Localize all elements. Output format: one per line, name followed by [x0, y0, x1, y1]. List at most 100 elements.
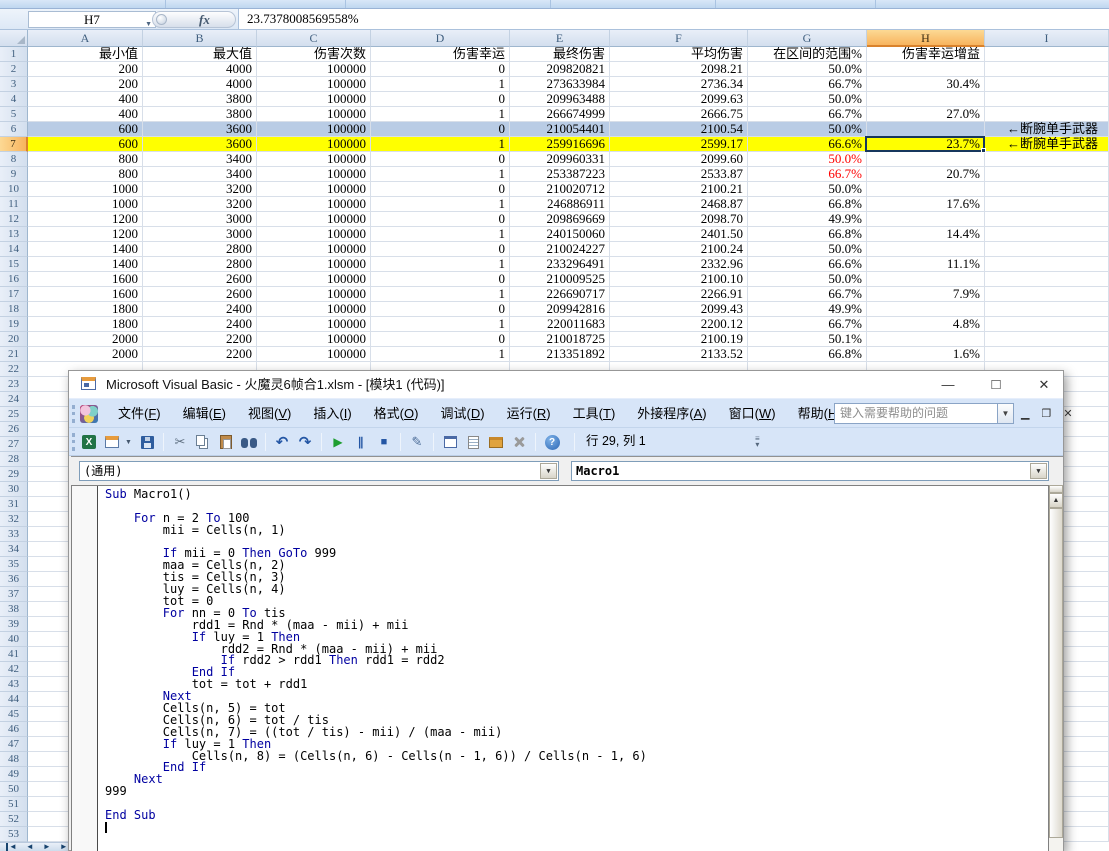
cell[interactable]: ←断腕单手武器: [985, 122, 1109, 137]
cell[interactable]: 0: [371, 182, 510, 197]
cell[interactable]: 200: [28, 77, 143, 92]
cell[interactable]: 100000: [257, 317, 371, 332]
row-header-48[interactable]: 48: [0, 752, 28, 767]
undo-button[interactable]: ↶: [272, 432, 292, 452]
cell[interactable]: 2000: [28, 347, 143, 362]
cell[interactable]: [985, 182, 1109, 197]
row-header-3[interactable]: 3: [0, 77, 28, 92]
cell[interactable]: 0: [371, 122, 510, 137]
cell[interactable]: 2400: [143, 302, 257, 317]
help-search-dropdown-icon[interactable]: ▼: [997, 404, 1013, 423]
row-header-44[interactable]: 44: [0, 692, 28, 707]
cell[interactable]: 50.0%: [748, 182, 867, 197]
cell[interactable]: 100000: [257, 302, 371, 317]
cell[interactable]: 3800: [143, 92, 257, 107]
row-header-20[interactable]: 20: [0, 332, 28, 347]
row-header-43[interactable]: 43: [0, 677, 28, 692]
insert-function-area[interactable]: fx: [152, 11, 236, 28]
cell[interactable]: 100000: [257, 212, 371, 227]
menu-grip-handle[interactable]: [72, 405, 75, 423]
mdi-restore-button[interactable]: ❐: [1041, 409, 1051, 420]
row-header-2[interactable]: 2: [0, 62, 28, 77]
cell[interactable]: 3600: [143, 137, 257, 152]
cell[interactable]: 50.1%: [748, 332, 867, 347]
cell[interactable]: 210009525: [510, 272, 610, 287]
cell[interactable]: 0: [371, 62, 510, 77]
insert-dropdown-icon[interactable]: ▼: [125, 439, 134, 446]
row-header-17[interactable]: 17: [0, 287, 28, 302]
cell[interactable]: 1: [371, 287, 510, 302]
row-header-6[interactable]: 6: [0, 122, 28, 137]
cell[interactable]: 2400: [143, 317, 257, 332]
close-button[interactable]: ✕: [1027, 371, 1061, 398]
cell[interactable]: 209960331: [510, 152, 610, 167]
cell[interactable]: 50.0%: [748, 62, 867, 77]
cell[interactable]: 209942816: [510, 302, 610, 317]
cell[interactable]: 1800: [28, 317, 143, 332]
cell[interactable]: 1600: [28, 272, 143, 287]
cell[interactable]: [867, 122, 985, 137]
properties-window-button[interactable]: [463, 432, 483, 452]
cell[interactable]: 1000: [28, 182, 143, 197]
cell[interactable]: [985, 197, 1109, 212]
cell[interactable]: 0: [371, 152, 510, 167]
code-editor[interactable]: Sub Macro1() For n = 2 To 100 mii = Cell…: [71, 485, 1049, 851]
cell[interactable]: 210054401: [510, 122, 610, 137]
cell[interactable]: [867, 272, 985, 287]
cell[interactable]: 2200: [143, 332, 257, 347]
row-header-16[interactable]: 16: [0, 272, 28, 287]
cell[interactable]: 伤害次数: [257, 47, 371, 62]
cell[interactable]: 66.8%: [748, 227, 867, 242]
find-button[interactable]: [239, 432, 259, 452]
cell[interactable]: 226690717: [510, 287, 610, 302]
cell[interactable]: 2100.24: [610, 242, 748, 257]
cell[interactable]: 600: [28, 122, 143, 137]
cell[interactable]: 2200.12: [610, 317, 748, 332]
row-header-34[interactable]: 34: [0, 542, 28, 557]
cell[interactable]: 273633984: [510, 77, 610, 92]
formula-input[interactable]: 23.7378008569558%: [238, 9, 1109, 29]
row-header-1[interactable]: 1: [0, 47, 28, 62]
cell[interactable]: 1: [371, 107, 510, 122]
row-header-50[interactable]: 50: [0, 782, 28, 797]
cell[interactable]: [985, 62, 1109, 77]
cell[interactable]: [985, 92, 1109, 107]
cell[interactable]: 2133.52: [610, 347, 748, 362]
cell[interactable]: 210020712: [510, 182, 610, 197]
cell[interactable]: 2600: [143, 272, 257, 287]
cell[interactable]: [985, 107, 1109, 122]
cell[interactable]: 259916696: [510, 137, 610, 152]
row-header-12[interactable]: 12: [0, 212, 28, 227]
row-header-11[interactable]: 11: [0, 197, 28, 212]
cell[interactable]: [985, 227, 1109, 242]
row-header-52[interactable]: 52: [0, 812, 28, 827]
cell[interactable]: 100000: [257, 122, 371, 137]
cell[interactable]: 240150060: [510, 227, 610, 242]
name-box-splitter-icon[interactable]: [156, 14, 167, 25]
cell[interactable]: 1.6%: [867, 347, 985, 362]
cell[interactable]: 4.8%: [867, 317, 985, 332]
cell[interactable]: 100000: [257, 332, 371, 347]
cell[interactable]: 233296491: [510, 257, 610, 272]
cell[interactable]: 1000: [28, 197, 143, 212]
row-header-10[interactable]: 10: [0, 182, 28, 197]
col-header-A[interactable]: A: [28, 30, 143, 47]
row-header-25[interactable]: 25: [0, 407, 28, 422]
cell[interactable]: [867, 212, 985, 227]
menu-item-E[interactable]: 编辑(E): [172, 400, 237, 428]
cell[interactable]: 0: [371, 302, 510, 317]
cell[interactable]: 0: [371, 272, 510, 287]
col-header-C[interactable]: C: [257, 30, 371, 47]
cell[interactable]: 在区间的范围%: [748, 47, 867, 62]
col-header-E[interactable]: E: [510, 30, 610, 47]
code-text[interactable]: Sub Macro1() For n = 2 To 100 mii = Cell…: [105, 489, 647, 822]
scroll-up-icon[interactable]: ▲: [1049, 493, 1063, 508]
row-header-38[interactable]: 38: [0, 602, 28, 617]
cell[interactable]: 1: [371, 197, 510, 212]
view-excel-button[interactable]: X: [79, 432, 99, 452]
row-header-18[interactable]: 18: [0, 302, 28, 317]
cell[interactable]: 0: [371, 212, 510, 227]
cell[interactable]: 1400: [28, 257, 143, 272]
row-header-4[interactable]: 4: [0, 92, 28, 107]
cell[interactable]: 20.7%: [867, 167, 985, 182]
